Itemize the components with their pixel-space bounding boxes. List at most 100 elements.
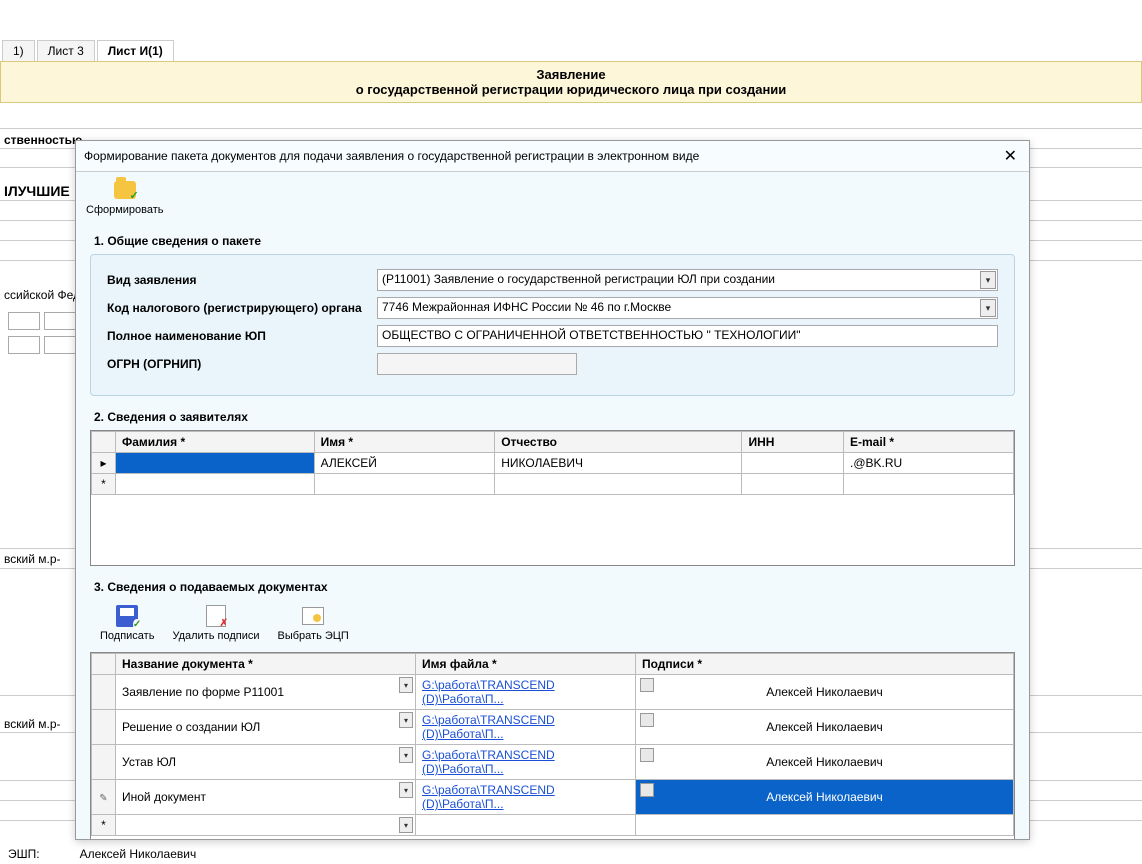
section2-title: 2. Сведения о заявителях	[94, 410, 1015, 424]
close-icon[interactable]: ✕	[1000, 146, 1021, 166]
documents-table[interactable]: Название документа * Имя файла * Подписи…	[91, 653, 1014, 836]
fam-cell[interactable]	[116, 453, 315, 474]
signature-cell[interactable]: Алексей Николаевич	[636, 675, 1014, 710]
filename-cell[interactable]: G:\работа\TRANSCEND (D)\Работа\П...	[416, 780, 636, 815]
delete-sign-button[interactable]: Удалить подписи	[172, 604, 259, 642]
filename-cell[interactable]: G:\работа\TRANSCEND (D)\Работа\П...	[416, 710, 636, 745]
header-line2: о государственной регистрации юридическо…	[1, 82, 1141, 97]
page-delete-icon	[206, 605, 226, 627]
dialog-toolbar: Сформировать	[76, 172, 1029, 222]
bg-input-cells	[8, 312, 76, 330]
bg-cell-2[interactable]	[44, 312, 76, 330]
docname-cell[interactable]: Иной документ▾	[116, 780, 416, 815]
section1-title: 1. Общие сведения о пакете	[94, 234, 1015, 248]
sign-indicator-icon	[640, 748, 654, 762]
document-row[interactable]: ✎Иной документ▾G:\работа\TRANSCEND (D)\Р…	[92, 780, 1014, 815]
footer-value: Алексей Николаевич	[80, 847, 197, 861]
tab-1[interactable]: 1)	[2, 40, 35, 61]
sign-button[interactable]: Подписать	[100, 604, 154, 642]
row-selector-header	[92, 432, 116, 453]
tab-list-i1[interactable]: Лист И(1)	[97, 40, 174, 61]
bg-text-fragment-3: ссийской Фед	[0, 286, 84, 304]
document-row[interactable]: Устав ЮЛ▾G:\работа\TRANSCEND (D)\Работа\…	[92, 745, 1014, 780]
documents-table-wrap: Название документа * Имя файла * Подписи…	[90, 652, 1015, 839]
bg-cell-1[interactable]	[8, 312, 40, 330]
col-fam: Фамилия *	[116, 432, 315, 453]
signature-cell[interactable]: Алексей Николаевич	[636, 780, 1014, 815]
dialog-titlebar: Формирование пакета документов для подач…	[76, 141, 1029, 172]
col-docname: Название документа *	[116, 654, 416, 675]
header-line1: Заявление	[1, 67, 1141, 82]
row-indicator: ✎	[92, 780, 116, 815]
docname-cell[interactable]: Решение о создании ЮЛ▾	[116, 710, 416, 745]
row-indicator	[92, 745, 116, 780]
sign-indicator-icon	[640, 678, 654, 692]
document-row[interactable]: Заявление по форме Р11001▾G:\работа\TRAN…	[92, 675, 1014, 710]
name-input[interactable]: ОБЩЕСТВО С ОГРАНИЧЕННОЙ ОТВЕТСТВЕННОСТЬЮ…	[377, 325, 998, 347]
choose-cert-button[interactable]: Выбрать ЭЦП	[278, 604, 349, 642]
sign-indicator-icon	[640, 713, 654, 727]
col-email: E-mail *	[844, 432, 1014, 453]
folder-check-icon	[114, 181, 136, 199]
filename-cell[interactable]: G:\работа\TRANSCEND (D)\Работа\П...	[416, 675, 636, 710]
otch-cell[interactable]: НИКОЛАЕВИЧ	[495, 453, 742, 474]
section3-title: 3. Сведения о подаваемых документах	[94, 580, 1015, 594]
file-link: G:\работа\TRANSCEND (D)\Работа\П...	[422, 748, 555, 776]
chevron-down-icon[interactable]: ▾	[399, 747, 413, 763]
form-button-label: Сформировать	[86, 204, 164, 216]
col-otch: Отчество	[495, 432, 742, 453]
bg-text-fragment-2: ІЛУЧШИЕ	[0, 181, 74, 201]
col-imya: Имя *	[314, 432, 495, 453]
section1-box: Вид заявления (Р11001) Заявление о госуд…	[90, 254, 1015, 396]
email-cell[interactable]: .@BK.RU	[844, 453, 1014, 474]
row-indicator: ▸	[92, 453, 116, 474]
docname-cell[interactable]: Устав ЮЛ▾	[116, 745, 416, 780]
sign-indicator-icon	[640, 783, 654, 797]
chevron-down-icon[interactable]: ▾	[399, 782, 413, 798]
col-filename: Имя файла *	[416, 654, 636, 675]
bg-cell-4[interactable]	[44, 336, 76, 354]
signature-cell[interactable]: Алексей Николаевич	[636, 745, 1014, 780]
row-indicator	[92, 710, 116, 745]
inn-cell[interactable]	[742, 453, 844, 474]
section3-toolbar: Подписать Удалить подписи Выбрать ЭЦП	[90, 600, 1015, 648]
bg-text-fragment-1: ственностью	[0, 131, 86, 149]
file-link: G:\работа\TRANSCEND (D)\Работа\П...	[422, 678, 555, 706]
document-new-row[interactable]: *▾	[92, 815, 1014, 836]
chevron-down-icon[interactable]: ▾	[399, 677, 413, 693]
delete-label: Удалить подписи	[172, 630, 259, 642]
dialog-title: Формирование пакета документов для подач…	[84, 149, 699, 163]
docname-cell[interactable]: Заявление по форме Р11001▾	[116, 675, 416, 710]
tab-list3[interactable]: Лист 3	[37, 40, 95, 61]
applicants-table[interactable]: Фамилия * Имя * Отчество ИНН E-mail * ▸ …	[91, 431, 1014, 495]
bg-cell-3[interactable]	[8, 336, 40, 354]
bg-text-fragment-4: вский м.р-	[0, 550, 64, 568]
footer-label: ЭШП:	[8, 847, 40, 861]
signature-cell[interactable]: Алексей Николаевич	[636, 710, 1014, 745]
document-row[interactable]: Решение о создании ЮЛ▾G:\работа\TRANSCEN…	[92, 710, 1014, 745]
package-dialog: Формирование пакета документов для подач…	[75, 140, 1030, 840]
sign-label: Подписать	[100, 630, 154, 642]
bg-form-header: Заявление о государственной регистрации …	[0, 61, 1142, 103]
form-package-button[interactable]: Сформировать	[86, 178, 164, 216]
col-inn: ИНН	[742, 432, 844, 453]
vid-select[interactable]: (Р11001) Заявление о государственной рег…	[377, 269, 998, 291]
col-signatures: Подписи *	[636, 654, 1014, 675]
applicant-row[interactable]: ▸ АЛЕКСЕЙ НИКОЛАЕВИЧ .@BK.RU	[92, 453, 1014, 474]
ogrn-input	[377, 353, 577, 375]
kod-label: Код налогового (регистрирующего) органа	[107, 301, 377, 315]
diskette-check-icon	[116, 605, 138, 627]
vid-label: Вид заявления	[107, 273, 377, 287]
row-indicator	[92, 675, 116, 710]
chevron-down-icon[interactable]: ▾	[980, 299, 996, 317]
chevron-down-icon[interactable]: ▾	[399, 817, 413, 833]
filename-cell[interactable]: G:\работа\TRANSCEND (D)\Работа\П...	[416, 745, 636, 780]
applicant-new-row[interactable]: *	[92, 474, 1014, 495]
chevron-down-icon[interactable]: ▾	[399, 712, 413, 728]
imya-cell[interactable]: АЛЕКСЕЙ	[314, 453, 495, 474]
ogrn-label: ОГРН (ОГРНИП)	[107, 357, 377, 371]
applicants-table-wrap: Фамилия * Имя * Отчество ИНН E-mail * ▸ …	[90, 430, 1015, 566]
chevron-down-icon[interactable]: ▾	[980, 271, 996, 289]
name-label: Полное наименование ЮП	[107, 329, 377, 343]
kod-select[interactable]: 7746 Межрайонная ИФНС России № 46 по г.М…	[377, 297, 998, 319]
